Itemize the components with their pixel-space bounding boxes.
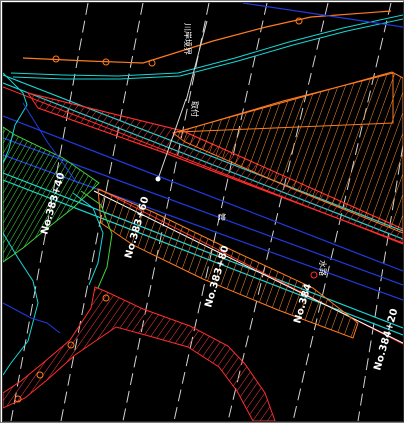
vertical-annotation: 川岸境界 [183,23,193,55]
window-frame: No.383+40 No.383+60 No.383+80 No.384 No.… [0,0,404,423]
cad-viewport[interactable]: No.383+40 No.383+60 No.383+80 No.384 No.… [2,2,404,422]
cad-canvas[interactable]: No.383+40 No.383+60 No.383+80 No.384 No.… [3,3,403,421]
small-annotation-3: 水路 [318,260,328,276]
small-annotation-1: 取付 [190,101,200,117]
survey-point-icon [155,176,161,182]
small-annotation-2: 管 [217,213,227,221]
